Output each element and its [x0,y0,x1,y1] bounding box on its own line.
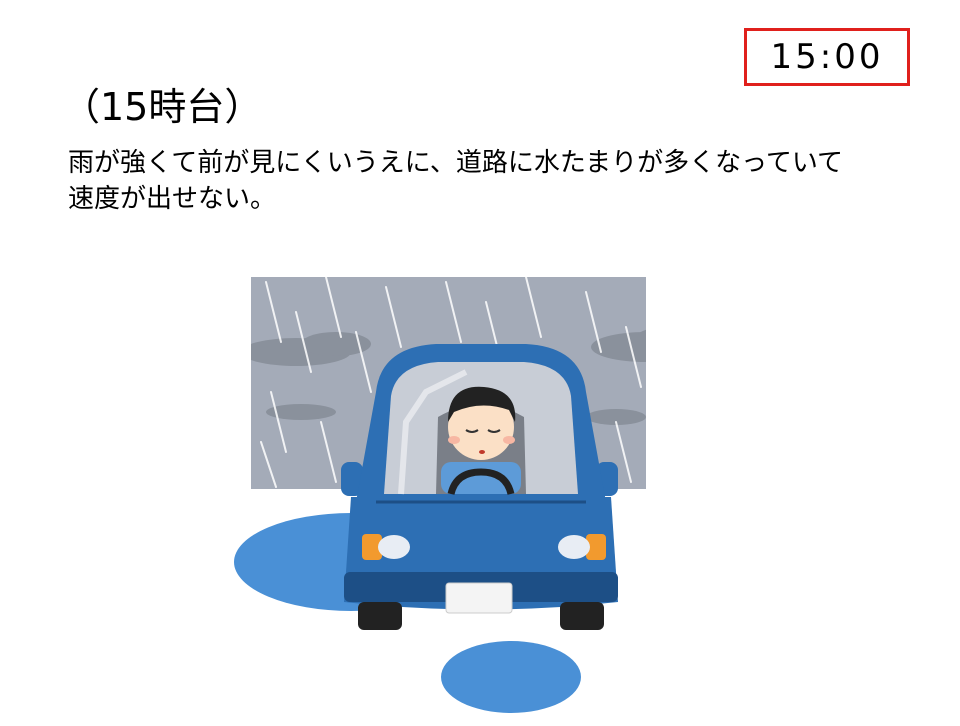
hour-heading: （15時台） [62,85,263,129]
license-plate [445,582,513,614]
time-label: 15:00 [770,37,884,77]
puddle [441,641,581,713]
situation-description: 雨が強くて前が見にくいうえに、道路に水たまりが多くなっていて速度が出せない。 [68,148,844,214]
car-in-rain-icon [234,277,709,713]
time-label-box: 15:00 [744,28,910,86]
car [341,344,618,630]
car-in-rain-illustration [226,272,709,726]
